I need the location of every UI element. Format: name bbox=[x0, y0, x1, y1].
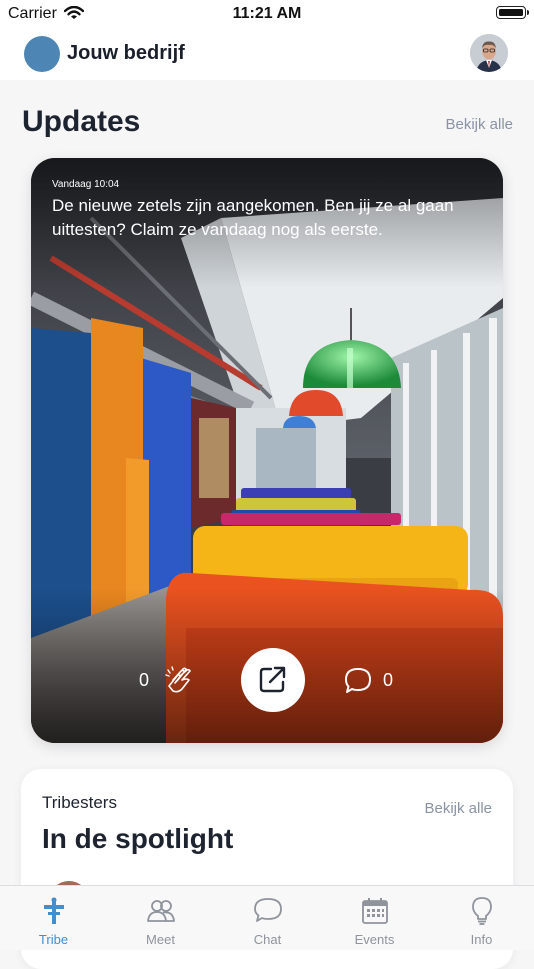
company-name[interactable]: Jouw bedrijf bbox=[67, 42, 185, 65]
calendar-icon bbox=[362, 898, 388, 924]
battery-icon bbox=[496, 6, 529, 19]
clock: 11:21 AM bbox=[232, 5, 302, 22]
tab-label-chat: Chat bbox=[253, 932, 282, 947]
tab-info[interactable]: Info bbox=[428, 886, 534, 950]
status-bar: Carrier 11:21 AM bbox=[0, 0, 534, 28]
post-actions: 0 0 bbox=[31, 648, 503, 712]
tab-chat[interactable]: Chat bbox=[214, 886, 321, 950]
spotlight-title: In de spotlight bbox=[42, 823, 234, 854]
company-logo[interactable] bbox=[24, 36, 60, 72]
spotlight-see-all-link[interactable]: Bekijk alle bbox=[424, 800, 492, 817]
updates-title: Updates bbox=[22, 105, 141, 138]
tab-label-tribe: Tribe bbox=[38, 932, 69, 947]
chat-bubble-icon bbox=[254, 898, 282, 922]
tab-tribe[interactable]: Tribe bbox=[0, 886, 107, 950]
tab-label-events: Events bbox=[354, 932, 395, 947]
tab-label-meet: Meet bbox=[146, 932, 175, 947]
tribe-icon bbox=[44, 897, 64, 924]
comment-count: 0 bbox=[383, 670, 394, 690]
update-card[interactable]: Vandaag 10:04 De nieuwe zetels zijn aang… bbox=[31, 158, 503, 743]
share-button[interactable] bbox=[241, 648, 305, 712]
clapping-hands-icon[interactable] bbox=[165, 664, 195, 694]
app-header: Jouw bedrijf bbox=[0, 28, 534, 80]
updates-see-all-link[interactable]: Bekijk alle bbox=[445, 116, 513, 133]
tab-bar: Tribe Meet Chat Events Info bbox=[0, 885, 534, 950]
lightbulb-icon bbox=[472, 897, 492, 925]
comment-icon[interactable] bbox=[344, 666, 372, 694]
share-icon bbox=[259, 666, 286, 693]
tab-events[interactable]: Events bbox=[321, 886, 428, 950]
spotlight-subtitle: Tribesters bbox=[42, 793, 117, 812]
profile-avatar[interactable] bbox=[470, 34, 508, 72]
people-icon bbox=[147, 900, 175, 922]
post-date: Vandaag 10:04 bbox=[52, 179, 120, 190]
post-text: De nieuwe zetels zijn aangekomen. Ben ji… bbox=[52, 196, 454, 239]
clap-count: 0 bbox=[139, 670, 150, 690]
tab-meet[interactable]: Meet bbox=[107, 886, 214, 950]
tab-label-info: Info bbox=[470, 932, 493, 947]
